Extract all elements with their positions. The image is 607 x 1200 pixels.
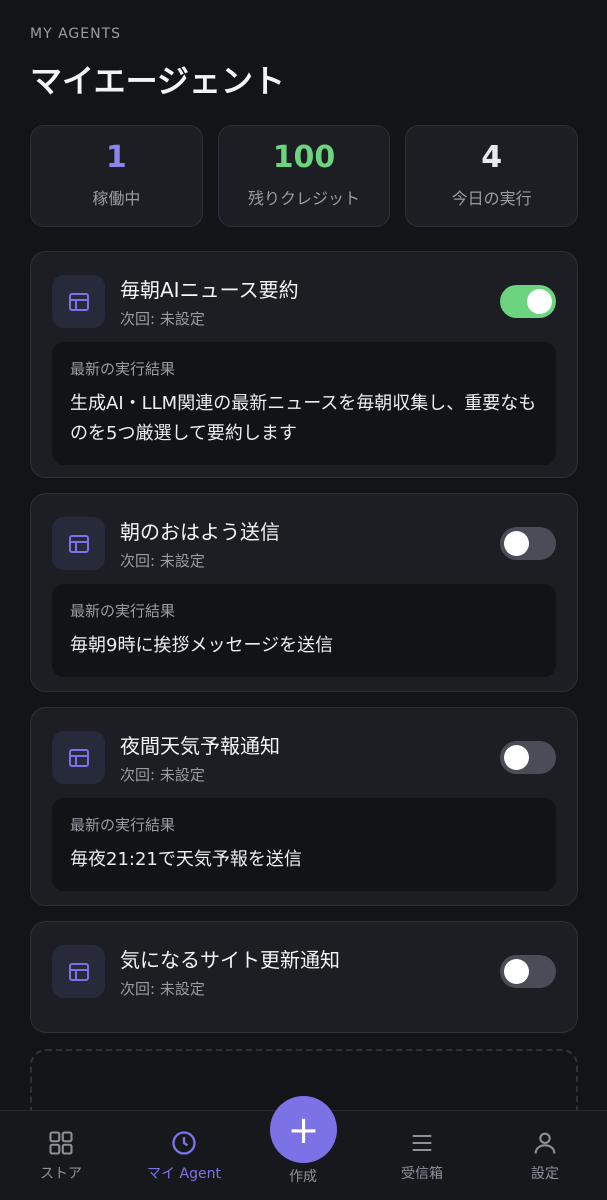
tab-store[interactable]: ストア bbox=[11, 1129, 111, 1183]
stat-credits-label: 残りクレジット bbox=[248, 189, 361, 208]
page-title: マイエージェント bbox=[30, 62, 286, 100]
stat-runs-label: 今日の実行 bbox=[451, 189, 532, 208]
tab-inbox-label: 受信箱 bbox=[401, 1166, 443, 1182]
result-text: 毎朝9時に挨拶メッセージを送信 bbox=[70, 635, 334, 656]
tab-inbox[interactable]: 受信箱 bbox=[372, 1129, 472, 1183]
clock-icon bbox=[172, 1131, 196, 1155]
agent-name: 朝のおはよう送信 bbox=[120, 520, 280, 544]
toggle-knob bbox=[504, 959, 529, 984]
tab-my-agent-label: マイ Agent bbox=[147, 1166, 221, 1182]
agent-enable-toggle[interactable] bbox=[500, 285, 556, 318]
create-agent-button[interactable]: + bbox=[270, 1096, 337, 1163]
stat-active-label: 稼働中 bbox=[92, 189, 141, 208]
agent-latest-result: 最新の実行結果 生成AI・LLM関連の最新ニュースを毎朝収集し、重要なものを5つ… bbox=[52, 342, 556, 465]
stat-runs-today: 4 今日の実行 bbox=[405, 125, 579, 227]
result-label: 最新の実行結果 bbox=[70, 602, 176, 620]
create-label: 作成 bbox=[289, 1169, 317, 1185]
tab-settings-label: 設定 bbox=[531, 1166, 559, 1182]
stats-row: 1 稼働中 100 残りクレジット 4 今日の実行 bbox=[30, 125, 579, 227]
agent-enable-toggle[interactable] bbox=[500, 955, 556, 988]
agent-enable-toggle[interactable] bbox=[500, 741, 556, 774]
agent-card[interactable]: 気になるサイト更新通知 次回: 未設定 bbox=[30, 921, 578, 1033]
tab-store-label: ストア bbox=[40, 1166, 82, 1182]
plus-icon: + bbox=[287, 1107, 320, 1152]
tab-settings[interactable]: 設定 bbox=[495, 1129, 595, 1183]
result-label: 最新の実行結果 bbox=[70, 816, 176, 834]
tab-my-agent[interactable]: マイ Agent bbox=[134, 1129, 234, 1183]
agent-layout-icon bbox=[52, 731, 105, 784]
list-icon bbox=[412, 1134, 432, 1152]
agent-name: 気になるサイト更新通知 bbox=[120, 948, 340, 972]
agent-name: 夜間天気予報通知 bbox=[120, 734, 280, 758]
toggle-knob bbox=[527, 289, 552, 314]
section-eyebrow: MY AGENTS bbox=[30, 26, 122, 42]
stat-credits: 100 残りクレジット bbox=[217, 125, 391, 227]
agent-enable-toggle[interactable] bbox=[500, 527, 556, 560]
agent-latest-result: 最新の実行結果 毎朝9時に挨拶メッセージを送信 bbox=[52, 584, 556, 677]
result-text: 毎夜21:21で天気予報を送信 bbox=[70, 849, 302, 870]
agent-latest-result: 最新の実行結果 毎夜21:21で天気予報を送信 bbox=[52, 798, 556, 891]
stat-active: 1 稼働中 bbox=[30, 125, 203, 227]
agent-next-run: 次回: 未設定 bbox=[120, 980, 205, 998]
grid-icon bbox=[49, 1131, 73, 1155]
agent-card[interactable]: 朝のおはよう送信 次回: 未設定 最新の実行結果 毎朝9時に挨拶メッセージを送信 bbox=[30, 493, 578, 692]
agent-layout-icon bbox=[52, 945, 105, 998]
toggle-knob bbox=[504, 531, 529, 556]
toggle-knob bbox=[504, 745, 529, 770]
result-label: 最新の実行結果 bbox=[70, 360, 176, 378]
agent-name: 毎朝AIニュース要約 bbox=[120, 278, 299, 302]
agent-card[interactable]: 夜間天気予報通知 次回: 未設定 最新の実行結果 毎夜21:21で天気予報を送信 bbox=[30, 707, 578, 906]
result-text: 生成AI・LLM関連の最新ニュースを毎朝収集し、重要なものを5つ厳選して要約しま… bbox=[70, 393, 537, 444]
stat-active-value: 1 bbox=[105, 140, 127, 175]
stat-credits-value: 100 bbox=[272, 140, 336, 175]
stat-runs-value: 4 bbox=[481, 140, 503, 175]
agent-next-run: 次回: 未設定 bbox=[120, 552, 205, 570]
agent-layout-icon bbox=[52, 275, 105, 328]
agent-layout-icon bbox=[52, 517, 105, 570]
agent-next-run: 次回: 未設定 bbox=[120, 766, 205, 784]
agent-next-run: 次回: 未設定 bbox=[120, 310, 205, 328]
user-icon bbox=[534, 1132, 556, 1154]
agent-card[interactable]: 毎朝AIニュース要約 次回: 未設定 最新の実行結果 生成AI・LLM関連の最新… bbox=[30, 251, 578, 478]
my-agents-screen: MY AGENTS マイエージェント 1 稼働中 100 残りクレジット 4 今… bbox=[0, 0, 607, 1200]
